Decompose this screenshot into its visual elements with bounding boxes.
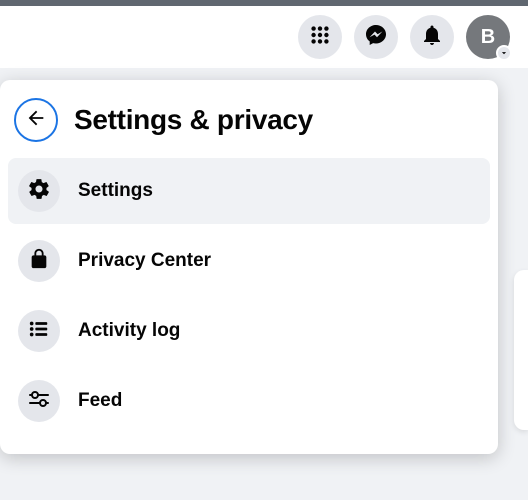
chevron-down-icon: [496, 45, 512, 61]
icon-wrap: [18, 380, 60, 422]
bell-icon: [420, 23, 444, 52]
back-button[interactable]: [14, 98, 58, 142]
lock-icon: [28, 248, 50, 275]
notifications-button[interactable]: [410, 15, 454, 59]
list-icon: [28, 318, 50, 345]
settings-privacy-panel: Settings & privacy Settings Pr: [0, 80, 498, 454]
menu-item-label: Activity log: [78, 320, 180, 342]
menu-list: Settings Privacy Center: [8, 158, 490, 434]
messenger-icon: [364, 23, 388, 52]
icon-wrap: [18, 240, 60, 282]
gear-icon: [27, 177, 51, 206]
menu-item-label: Feed: [78, 390, 122, 412]
menu-item-activity-log[interactable]: Activity log: [8, 298, 490, 364]
arrow-left-icon: [25, 107, 47, 134]
messenger-button[interactable]: [354, 15, 398, 59]
header-bar: B: [0, 6, 528, 68]
right-shelf: [514, 270, 528, 430]
icon-wrap: [18, 310, 60, 352]
panel-header: Settings & privacy: [8, 90, 490, 158]
menu-item-settings[interactable]: Settings: [8, 158, 490, 224]
menu-item-label: Settings: [78, 180, 153, 202]
sliders-icon: [27, 387, 51, 416]
menu-item-feed[interactable]: Feed: [8, 368, 490, 434]
menu-item-privacy-center[interactable]: Privacy Center: [8, 228, 490, 294]
avatar-initial: B: [481, 26, 495, 49]
account-avatar-button[interactable]: B: [466, 15, 510, 59]
panel-title: Settings & privacy: [74, 104, 313, 136]
menu-apps-button[interactable]: [298, 15, 342, 59]
menu-item-label: Privacy Center: [78, 250, 211, 272]
icon-wrap: [18, 170, 60, 212]
grid-icon: [309, 24, 331, 51]
